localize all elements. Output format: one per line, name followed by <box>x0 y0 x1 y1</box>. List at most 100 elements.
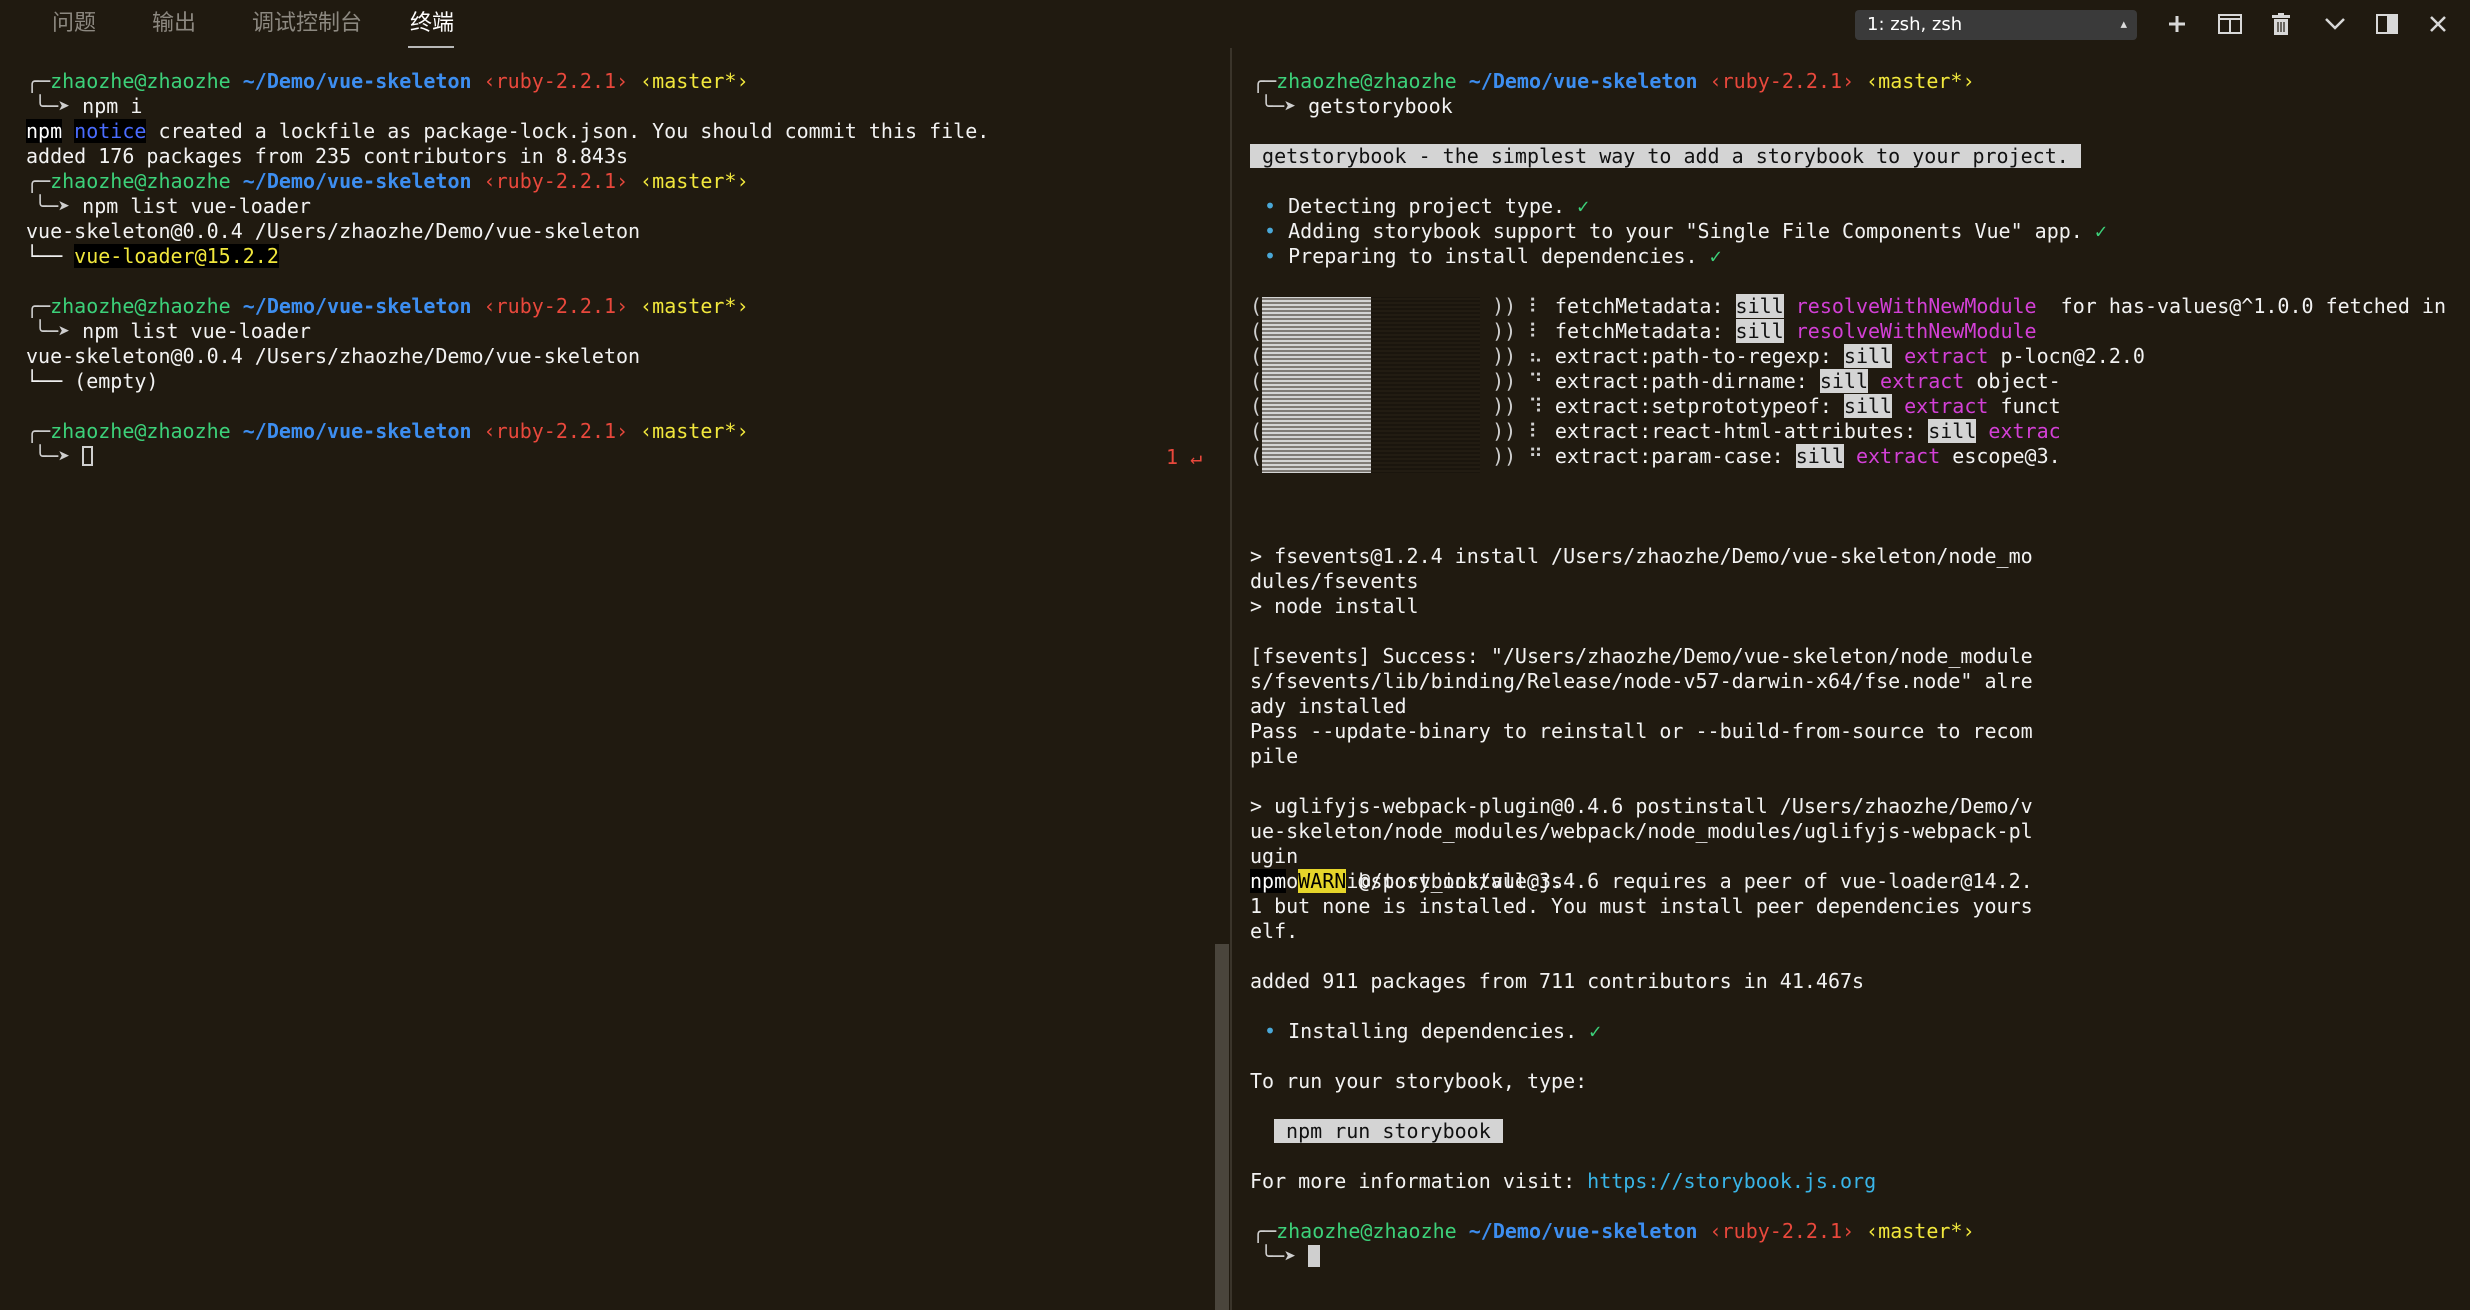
log-detail: for has-values@^1.0.0 fetched in <box>2036 294 2446 318</box>
spinner-icon: ⠇ <box>1516 319 1555 343</box>
progress-bar <box>1262 297 1480 473</box>
log-label: extract:param-case: <box>1554 444 1796 468</box>
tab-output[interactable]: 输出 <box>152 8 196 40</box>
chevron-down-icon[interactable] <box>2317 8 2353 40</box>
info-line: For more information visit: https://stor… <box>1250 1169 1877 1193</box>
prompt-line: ╭─zhaozhe@zhaozhe ~/Demo/vue-skeleton ‹r… <box>26 294 749 318</box>
prompt-line: ╭─zhaozhe@zhaozhe ~/Demo/vue-skeleton ‹r… <box>26 419 749 443</box>
run-command: npm run storybook <box>1274 1119 1503 1143</box>
log-detail: object- <box>1964 369 2061 393</box>
log-label: fetchMetadata: <box>1554 319 1736 343</box>
log-label: extract:react-html-attributes: <box>1554 419 1929 443</box>
log-level-badge: sill <box>1735 319 1784 343</box>
spinner-icon: ⠹ <box>1516 394 1555 418</box>
output-line: s/fsevents/lib/binding/Release/node-v57-… <box>1250 669 2033 693</box>
scrollbar[interactable] <box>1215 944 1229 1310</box>
output-line: └── vue-loader@15.2.2 <box>26 244 279 268</box>
storybook-link[interactable]: https://storybook.js.org <box>1587 1169 1876 1193</box>
output-line: > node install <box>1250 594 1419 618</box>
command-line: ╰─➤ <box>34 444 94 469</box>
command-line: ╰─➤ npm i <box>34 94 143 118</box>
trash-icon[interactable] <box>2263 8 2299 40</box>
log-action: resolveWithNewModule <box>1783 294 2037 318</box>
output-line: ue-skeleton/node_modules/webpack/node_mo… <box>1250 819 2033 843</box>
step-item: • Preparing to install dependencies. ✓ <box>1264 244 1722 268</box>
log-level-badge: sill <box>1819 369 1868 393</box>
log-label: fetchMetadata: <box>1554 294 1736 318</box>
output-line: vue-skeleton@0.0.4 /Users/zhaozhe/Demo/v… <box>26 344 641 368</box>
log-detail: escope@3. <box>1940 444 2061 468</box>
command-line: ╰─➤ getstorybook <box>1260 94 1453 118</box>
command-line: ╰─➤ <box>1260 1244 1321 1269</box>
log-label: extract:path-to-regexp: <box>1554 344 1844 368</box>
maximize-icon[interactable] <box>2369 8 2405 40</box>
spinner-icon: ⠇ <box>1516 294 1555 318</box>
output-line: [fsevents] Success: "/Users/zhaozhe/Demo… <box>1250 644 2033 668</box>
log-action: extract <box>1868 369 1965 393</box>
step-item: • Installing dependencies. ✓ <box>1264 1019 1602 1043</box>
output-line: └── (empty) <box>26 369 159 393</box>
terminal-select-value: 1: zsh, zsh <box>1867 14 1963 35</box>
output-line: dules/fsevents <box>1250 569 1419 593</box>
output-line: added 911 packages from 711 contributors… <box>1250 969 1865 993</box>
spinner-icon: ⠛ <box>1516 444 1555 468</box>
warn-line: npm WARN @storybook/vue@3.4.6 requires a… <box>1250 869 2033 893</box>
bracket: )) <box>1492 394 1517 418</box>
tab-terminal[interactable]: 终端 <box>410 8 454 40</box>
warn-line: 1 but none is installed. You must instal… <box>1250 894 2033 918</box>
output-line: > fsevents@1.2.4 install /Users/zhaozhe/… <box>1250 544 2033 568</box>
terminal-cursor <box>82 446 94 466</box>
output-line: pile <box>1250 744 1299 768</box>
bracket: )) <box>1492 319 1517 343</box>
output-line: > uglifyjs-webpack-plugin@0.4.6 postinst… <box>1250 794 2033 818</box>
log-action: extract <box>1892 394 1989 418</box>
spinner-icon: ⠇ <box>1516 419 1555 443</box>
log-level-badge: sill <box>1795 444 1844 468</box>
log-action: extract <box>1892 344 1989 368</box>
log-label: extract:setprototypeof: <box>1554 394 1844 418</box>
bracket: )) <box>1492 444 1517 468</box>
bracket: )) <box>1492 369 1517 393</box>
plus-icon[interactable] <box>2159 8 2195 40</box>
output-line: ady installed <box>1250 694 1407 718</box>
close-icon[interactable] <box>2420 8 2456 40</box>
split-icon[interactable] <box>2212 8 2248 40</box>
select-arrows-icon: ▴ <box>2120 17 2127 32</box>
log-action: extract <box>1843 444 1941 468</box>
banner: getstorybook - the simplest way to add a… <box>1250 144 2081 168</box>
tab-problems[interactable]: 问题 <box>52 8 96 40</box>
terminal-pane-left[interactable]: ╭─zhaozhe@zhaozhe ~/Demo/vue-skeleton ‹r… <box>0 48 1215 1310</box>
output-line: vue-skeleton@0.0.4 /Users/zhaozhe/Demo/v… <box>26 219 641 243</box>
panel-header: 问题 输出 调试控制台 终端 1: zsh, zsh ▴ <box>0 0 2470 48</box>
prompt-line: ╭─zhaozhe@zhaozhe ~/Demo/vue-skeleton ‹r… <box>26 169 749 193</box>
log-level-badge: sill <box>1735 294 1784 318</box>
step-item: • Adding storybook support to your "Sing… <box>1264 219 2107 243</box>
terminal-pane-right[interactable]: ╭─zhaozhe@zhaozhe ~/Demo/vue-skeleton ‹r… <box>1232 48 2470 1310</box>
exit-code-marker: 1 ↵ <box>1166 445 1203 469</box>
log-level-badge: sill <box>1843 394 1893 418</box>
warn-line: elf. <box>1250 919 1299 943</box>
prompt-line: ╭─zhaozhe@zhaozhe ~/Demo/vue-skeleton ‹r… <box>1252 69 1975 93</box>
spinner-icon: ⠙ <box>1516 369 1555 393</box>
prompt-line: ╭─zhaozhe@zhaozhe ~/Demo/vue-skeleton ‹r… <box>26 69 749 93</box>
log-level-badge: sill <box>1843 344 1893 368</box>
log-detail: funct <box>1988 394 2061 418</box>
log-action: extrac <box>1976 419 2061 443</box>
prompt-line: ╭─zhaozhe@zhaozhe ~/Demo/vue-skeleton ‹r… <box>1252 1219 1975 1243</box>
tab-debug-console[interactable]: 调试控制台 <box>252 8 362 40</box>
log-action: resolveWithNewModule <box>1783 319 2037 343</box>
terminal-cursor <box>1308 1245 1321 1267</box>
log-detail: p-locn@2.2.0 <box>1988 344 2145 368</box>
step-item: • Detecting project type. ✓ <box>1264 194 1590 218</box>
bracket: )) <box>1492 344 1517 368</box>
output-line: npm notice created a lockfile as package… <box>26 119 990 143</box>
output-line: Pass --update-binary to reinstall or --b… <box>1250 719 2033 743</box>
command-line: ╰─➤ npm list vue-loader <box>34 319 311 343</box>
output-line: added 176 packages from 235 contributors… <box>26 144 629 168</box>
output-line: ugin <box>1250 844 1299 868</box>
log-label: extract:path-dirname: <box>1554 369 1820 393</box>
output-line: To run your storybook, type: <box>1250 1069 1588 1093</box>
command-line: ╰─➤ npm list vue-loader <box>34 194 311 218</box>
terminal-select[interactable]: 1: zsh, zsh ▴ <box>1855 10 2137 40</box>
log-level-badge: sill <box>1928 419 1977 443</box>
